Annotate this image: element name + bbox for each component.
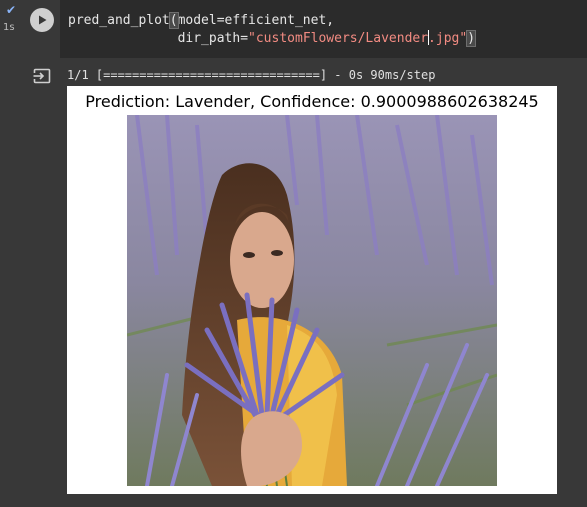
notebook-cell: ✔ 1s pred_and_plot(model=efficient_net, … <box>0 0 587 507</box>
play-icon <box>39 15 47 25</box>
cell-gutter: ✔ 1s <box>0 0 28 507</box>
execution-time: 1s <box>3 22 15 33</box>
code-line-1: pred_and_plot(model=efficient_net, <box>68 12 334 30</box>
code-arg-dir-key: dir_path= <box>177 31 249 46</box>
code-string-part-1: "customFlowers/Lavender <box>248 31 429 46</box>
checkmark-icon: ✔ <box>6 3 17 17</box>
code-function-name: pred_and_plot <box>68 13 170 28</box>
code-arg-model: model=efficient_net, <box>177 13 335 28</box>
code-open-paren: ( <box>168 12 179 29</box>
code-close-paren: ) <box>466 30 476 47</box>
output-redirect-icon[interactable] <box>32 66 52 86</box>
figure-title: Prediction: Lavender, Confidence: 0.9000… <box>85 92 539 111</box>
lavender-photo <box>127 115 497 486</box>
code-editor[interactable]: pred_and_plot(model=efficient_net, dir_p… <box>60 0 587 58</box>
progress-output: 1/1 [==============================] - 0… <box>67 68 436 82</box>
run-cell-button[interactable] <box>30 8 54 32</box>
plot-figure: Prediction: Lavender, Confidence: 0.9000… <box>67 86 557 494</box>
code-string-part-2: .jpg" <box>428 31 468 46</box>
code-line-2: dir_path="customFlowers/Lavender.jpg") <box>68 30 476 48</box>
